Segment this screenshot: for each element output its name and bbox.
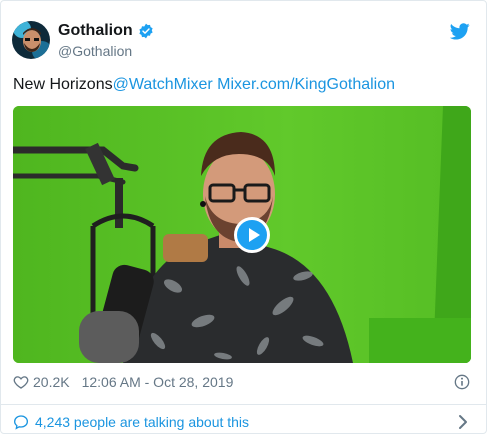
tweet-text: New Horizons@WatchMixer Mixer.com/KingGo… <box>13 75 395 95</box>
conversation-link[interactable]: 4,243 people are talking about this <box>13 414 249 430</box>
tweet-card: Gothalion @Gothalion New Horizons@WatchM… <box>0 0 487 434</box>
divider <box>1 404 486 405</box>
video-player[interactable] <box>13 106 471 363</box>
twitter-bird-icon[interactable] <box>450 23 470 40</box>
info-icon[interactable] <box>454 374 470 390</box>
tweet-body: New Horizons <box>13 76 113 93</box>
avatar[interactable] <box>12 21 50 59</box>
display-name[interactable]: Gothalion <box>58 22 154 40</box>
avatar-image <box>12 21 50 59</box>
mention-link[interactable]: @WatchMixer <box>113 76 213 93</box>
speech-bubble-icon <box>13 415 29 430</box>
tweet-meta: 20.2K 12:06 AM - Oct 28, 2019 <box>13 374 233 390</box>
play-button[interactable] <box>234 217 270 253</box>
chevron-right-icon[interactable] <box>458 414 468 430</box>
verified-badge-icon <box>139 23 153 39</box>
url-link[interactable]: Mixer.com/KingGothalion <box>217 76 395 93</box>
like-count[interactable]: 20.2K <box>33 374 70 390</box>
conversation-text[interactable]: 4,243 people are talking about this <box>35 414 249 430</box>
heart-icon[interactable] <box>13 374 29 390</box>
user-handle[interactable]: @Gothalion <box>58 43 132 59</box>
display-name-text[interactable]: Gothalion <box>58 22 133 40</box>
timestamp[interactable]: 12:06 AM - Oct 28, 2019 <box>82 374 234 390</box>
